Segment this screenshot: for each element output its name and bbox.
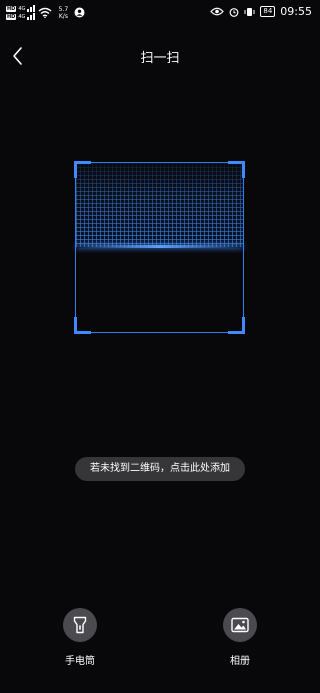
battery-indicator: 84 (260, 6, 276, 17)
scan-corner-bottom-right (228, 317, 245, 334)
network-speed: 5.7 K/s (55, 6, 71, 20)
add-manually-hint[interactable]: 若未找到二维码，点击此处添加 (75, 457, 245, 481)
status-bar-right: 84 09:55 (210, 5, 312, 18)
vibrate-icon (244, 7, 255, 16)
sim1-hd-badge: HD (6, 5, 17, 12)
network-speed-unit: K/s (58, 12, 68, 20)
alarm-icon (229, 7, 239, 17)
scan-corner-top-right (228, 161, 245, 178)
eye-comfort-icon (210, 7, 225, 16)
notification-icon (74, 7, 85, 18)
network-speed-value: 5.7 (58, 5, 69, 13)
status-bar-left: HD 4G HD 4G 5.7 K/s (6, 5, 85, 20)
status-bar: HD 4G HD 4G 5.7 K/s 84 09:55 (0, 0, 320, 26)
scan-corner-bottom-left (74, 317, 91, 334)
status-time: 09:55 (280, 5, 312, 18)
album-action: 相册 (210, 608, 270, 667)
scan-grid-effect (76, 163, 243, 247)
wifi-icon (38, 7, 52, 18)
sim2-hd-badge: HD (6, 13, 17, 20)
sim2-net-label: 4G (18, 13, 26, 20)
scan-frame (74, 161, 245, 334)
flashlight-button[interactable] (63, 608, 97, 642)
image-icon (231, 617, 249, 633)
scan-corner-top-left (74, 161, 91, 178)
flashlight-icon (73, 616, 87, 634)
sim1-net-label: 4G (18, 5, 26, 12)
sim2-indicator: HD 4G (6, 13, 36, 20)
sim1-indicator: HD 4G (6, 5, 36, 12)
page-title: 扫一扫 (140, 51, 180, 66)
sim-indicators: HD 4G HD 4G (6, 5, 36, 20)
flashlight-action: 手电筒 (50, 608, 110, 667)
sim1-signal-icon (27, 5, 36, 12)
sim2-signal-icon (27, 13, 36, 20)
album-label: 相册 (230, 656, 250, 667)
album-button[interactable] (223, 608, 257, 642)
scan-line (76, 245, 243, 248)
flashlight-label: 手电筒 (65, 656, 95, 667)
